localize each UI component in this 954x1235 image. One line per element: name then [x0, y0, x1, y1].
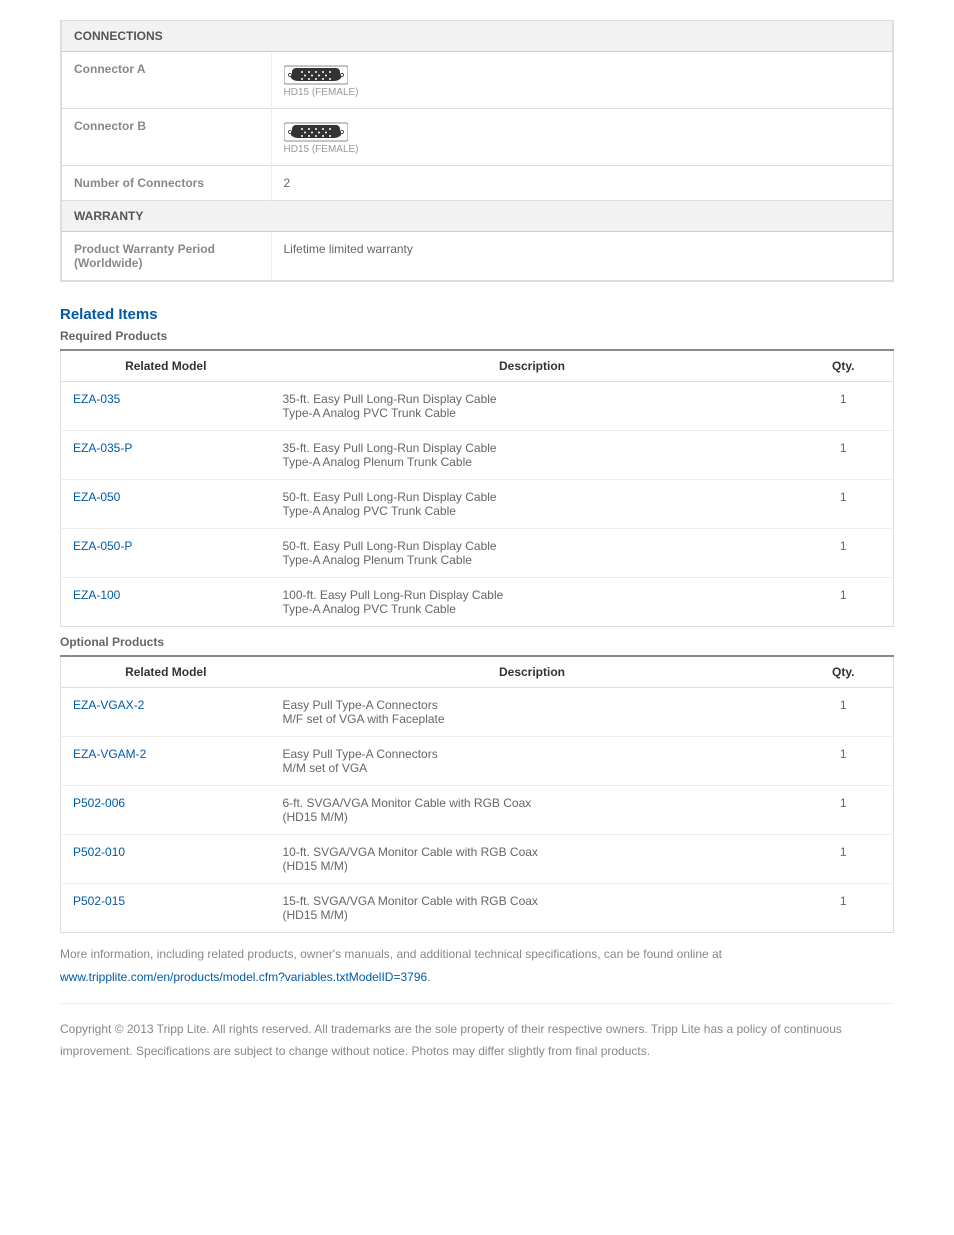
model-link[interactable]: EZA-VGAM-2	[73, 747, 146, 761]
model-link[interactable]: P502-015	[73, 894, 125, 908]
more-info-prefix: More information, including related prod…	[60, 947, 722, 961]
table-header-row: Related Model Description Qty.	[61, 350, 894, 382]
optional-products-table: Related Model Description Qty. EZA-VGAX-…	[60, 655, 894, 933]
table-row: EZA-100 100-ft. Easy Pull Long-Run Displa…	[61, 578, 894, 627]
num-connectors-label: Number of Connectors	[61, 166, 271, 201]
connections-header: CONNECTIONS	[61, 21, 893, 52]
connector-a-row: Connector A HD15 (FEMALE)	[61, 52, 893, 109]
qty-cell: 1	[794, 431, 894, 480]
connector-b-label: Connector B	[61, 109, 271, 166]
qty-cell: 1	[794, 529, 894, 578]
more-info-suffix: .	[427, 970, 430, 984]
warranty-label: Product Warranty Period (Worldwide)	[61, 232, 271, 282]
table-row: EZA-050 50-ft. Easy Pull Long-Run Display…	[61, 480, 894, 529]
table-row: P502-010 10-ft. SVGA/VGA Monitor Cable wi…	[61, 835, 894, 884]
description-cell: 35-ft. Easy Pull Long-Run Display CableT…	[271, 431, 794, 480]
col-model: Related Model	[61, 350, 271, 382]
description-cell: 50-ft. Easy Pull Long-Run Display CableT…	[271, 480, 794, 529]
warranty-value: Lifetime limited warranty	[271, 232, 893, 282]
col-desc: Description	[271, 656, 794, 688]
connections-header-row: CONNECTIONS	[61, 21, 893, 52]
connector-a-value: HD15 (FEMALE)	[271, 52, 893, 109]
num-connectors-value: 2	[271, 166, 893, 201]
description-cell: Easy Pull Type-A ConnectorsM/M set of VG…	[271, 737, 794, 786]
col-model: Related Model	[61, 656, 271, 688]
description-cell: 10-ft. SVGA/VGA Monitor Cable with RGB C…	[271, 835, 794, 884]
more-info-text: More information, including related prod…	[60, 943, 894, 989]
connector-b-text: HD15 (FEMALE)	[284, 144, 881, 155]
related-items-title: Related Items	[60, 306, 894, 323]
description-cell: 100-ft. Easy Pull Long-Run Display Cable…	[271, 578, 794, 627]
col-qty: Qty.	[794, 350, 894, 382]
table-row: EZA-VGAM-2 Easy Pull Type-A ConnectorsM/M…	[61, 737, 894, 786]
more-info-link[interactable]: www.tripplite.com/en/products/model.cfm?…	[60, 970, 427, 984]
qty-cell: 1	[794, 480, 894, 529]
warranty-row: Product Warranty Period (Worldwide) Life…	[61, 232, 893, 282]
table-row: EZA-035 35-ft. Easy Pull Long-Run Display…	[61, 382, 894, 431]
col-qty: Qty.	[794, 656, 894, 688]
model-link[interactable]: EZA-050-P	[73, 539, 132, 553]
description-cell: 35-ft. Easy Pull Long-Run Display CableT…	[271, 382, 794, 431]
connector-b-value: HD15 (FEMALE)	[271, 109, 893, 166]
qty-cell: 1	[794, 382, 894, 431]
model-link[interactable]: EZA-035-P	[73, 441, 132, 455]
table-row: EZA-050-P 50-ft. Easy Pull Long-Run Displ…	[61, 529, 894, 578]
description-cell: 50-ft. Easy Pull Long-Run Display CableT…	[271, 529, 794, 578]
required-products-title: Required Products	[60, 329, 894, 343]
specs-table: CONNECTIONS Connector A HD15 (FEMALE)	[60, 20, 894, 282]
table-row: EZA-VGAX-2 Easy Pull Type-A ConnectorsM/F…	[61, 688, 894, 737]
qty-cell: 1	[794, 578, 894, 627]
qty-cell: 1	[794, 884, 894, 933]
col-desc: Description	[271, 350, 794, 382]
optional-products-title: Optional Products	[60, 635, 894, 649]
connector-a-label: Connector A	[61, 52, 271, 109]
connector-a-text: HD15 (FEMALE)	[284, 87, 881, 98]
table-row: P502-015 15-ft. SVGA/VGA Monitor Cable wi…	[61, 884, 894, 933]
divider	[60, 1003, 894, 1004]
num-connectors-row: Number of Connectors 2	[61, 166, 893, 201]
model-link[interactable]: EZA-035	[73, 392, 120, 406]
table-row: P502-006 6-ft. SVGA/VGA Monitor Cable wit…	[61, 786, 894, 835]
connector-b-row: Connector B HD15 (FEMALE)	[61, 109, 893, 166]
table-header-row: Related Model Description Qty.	[61, 656, 894, 688]
copyright-text: Copyright © 2013 Tripp Lite. All rights …	[60, 1018, 894, 1064]
model-link[interactable]: P502-006	[73, 796, 125, 810]
model-link[interactable]: EZA-050	[73, 490, 120, 504]
qty-cell: 1	[794, 835, 894, 884]
description-cell: 15-ft. SVGA/VGA Monitor Cable with RGB C…	[271, 884, 794, 933]
qty-cell: 1	[794, 688, 894, 737]
description-cell: 6-ft. SVGA/VGA Monitor Cable with RGB Co…	[271, 786, 794, 835]
model-link[interactable]: P502-010	[73, 845, 125, 859]
warranty-header-row: WARRANTY	[61, 201, 893, 232]
warranty-header: WARRANTY	[61, 201, 893, 232]
qty-cell: 1	[794, 737, 894, 786]
required-products-table: Related Model Description Qty. EZA-035 35…	[60, 349, 894, 627]
table-row: EZA-035-P 35-ft. Easy Pull Long-Run Displ…	[61, 431, 894, 480]
model-link[interactable]: EZA-100	[73, 588, 120, 602]
model-link[interactable]: EZA-VGAX-2	[73, 698, 144, 712]
description-cell: Easy Pull Type-A ConnectorsM/F set of VG…	[271, 688, 794, 737]
qty-cell: 1	[794, 786, 894, 835]
